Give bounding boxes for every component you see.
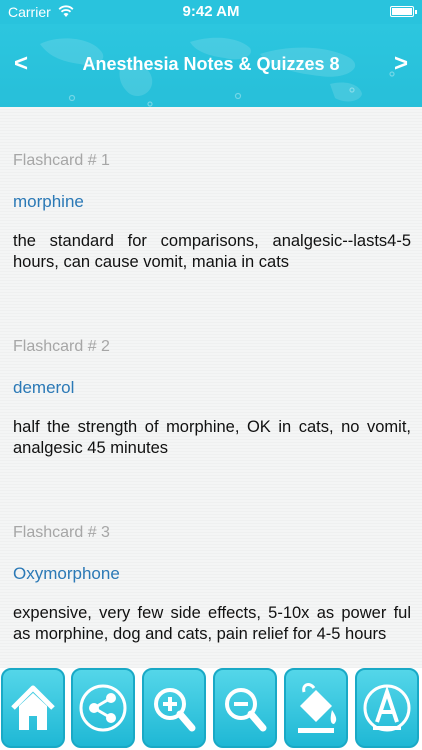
flashcard-number: Flashcard # 3 (13, 524, 110, 541)
battery-icon (390, 6, 417, 17)
bottom-toolbar (0, 668, 422, 750)
share-button[interactable] (71, 668, 135, 748)
paint-bucket-icon (298, 683, 337, 733)
share-icon (79, 684, 127, 732)
flashcard-term: Oxymorphone (13, 564, 120, 583)
flashcard-term: morphine (13, 192, 84, 211)
flashcard-number: Flashcard # 1 (13, 152, 110, 169)
font-button[interactable] (355, 668, 419, 748)
flashcard-item: Flashcard # 3 Oxymorphone expensive, ver… (13, 524, 411, 645)
flashcard-definition: half the strength of morphine, OK in cat… (13, 418, 411, 457)
flashcard-term: demerol (13, 378, 75, 397)
clock: 9:42 AM (182, 3, 240, 20)
flashcard-item: Flashcard # 1 morphine the standard for … (13, 152, 411, 273)
zoom-out-button[interactable] (213, 668, 277, 748)
flashcard-definition: the standard for comparisons, analgesic-… (13, 232, 411, 271)
home-button[interactable] (1, 668, 65, 748)
status-bar: Carrier 9:42 AM (0, 0, 422, 24)
flashcard-definition: expensive, very few side effects, 5-10x … (13, 604, 411, 643)
page-title: Anesthesia Notes & Quizzes 8 (82, 54, 340, 74)
flashcard-list[interactable]: Flashcard # 1 morphine the standard for … (0, 107, 422, 668)
zoom-out-icon (225, 688, 267, 732)
font-icon (363, 684, 411, 732)
zoom-in-button[interactable] (142, 668, 206, 748)
theme-color-button[interactable] (284, 668, 348, 748)
forward-button[interactable]: > (394, 50, 408, 78)
flashcard-number: Flashcard # 2 (13, 338, 110, 355)
home-icon (11, 685, 55, 730)
zoom-in-icon (154, 688, 196, 732)
navigation-bar: < Anesthesia Notes & Quizzes 8 > (0, 24, 422, 107)
flashcard-item: Flashcard # 2 demerol half the strength … (13, 338, 411, 459)
